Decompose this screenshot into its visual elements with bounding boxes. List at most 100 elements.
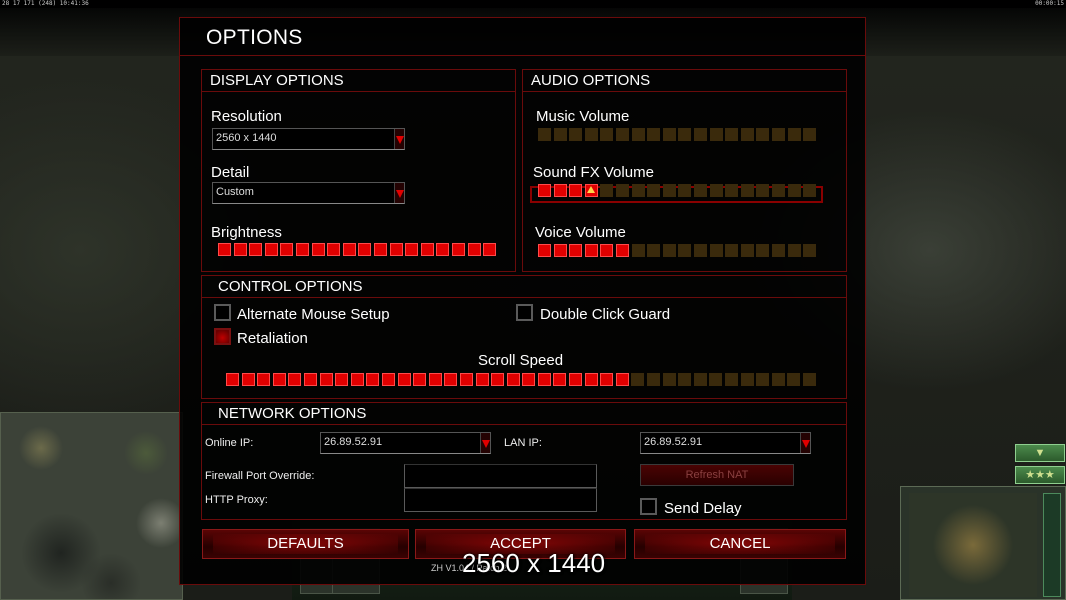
slider-segment[interactable]: [506, 373, 520, 386]
slider-segment[interactable]: [693, 128, 707, 141]
double-click-guard-checkbox[interactable]: [516, 304, 533, 321]
slider-segment[interactable]: [451, 243, 465, 256]
slider-segment[interactable]: [787, 184, 801, 197]
rank-stars-icon[interactable]: ★★★: [1015, 466, 1065, 484]
slider-segment[interactable]: [725, 244, 739, 257]
slider-segment[interactable]: [725, 184, 739, 197]
slider-segment[interactable]: [538, 184, 551, 197]
slider-segment[interactable]: [257, 373, 271, 386]
defaults-button[interactable]: DEFAULTS: [202, 529, 409, 559]
slider-segment[interactable]: [226, 373, 239, 386]
slider-segment[interactable]: [693, 373, 707, 386]
slider-segment[interactable]: [803, 184, 817, 197]
slider-segment[interactable]: [280, 243, 294, 256]
brightness-slider[interactable]: [218, 243, 499, 256]
slider-segment[interactable]: [538, 128, 551, 141]
slider-segment[interactable]: [771, 128, 785, 141]
slider-segment[interactable]: [615, 373, 629, 386]
slider-thumb-icon[interactable]: [586, 184, 596, 197]
slider-segment[interactable]: [218, 243, 231, 256]
slider-segment[interactable]: [569, 128, 583, 141]
slider-segment[interactable]: [771, 244, 785, 257]
slider-segment[interactable]: [553, 128, 567, 141]
resolution-dropdown[interactable]: 2560 x 1440: [212, 128, 405, 150]
slider-segment[interactable]: [373, 243, 387, 256]
slider-segment[interactable]: [420, 243, 434, 256]
dropdown-arrow-icon[interactable]: [800, 433, 810, 453]
chevron-down-icon[interactable]: ▼: [1015, 444, 1065, 462]
slider-segment[interactable]: [756, 128, 770, 141]
slider-segment[interactable]: [709, 184, 723, 197]
slider-segment[interactable]: [569, 184, 583, 197]
slider-segment[interactable]: [600, 184, 614, 197]
refresh-nat-button[interactable]: Refresh NAT: [640, 464, 794, 486]
slider-segment[interactable]: [335, 373, 349, 386]
slider-segment[interactable]: [600, 244, 614, 257]
slider-segment[interactable]: [303, 373, 317, 386]
slider-segment[interactable]: [327, 243, 341, 256]
slider-segment[interactable]: [389, 243, 403, 256]
firewall-port-input[interactable]: [404, 464, 597, 488]
slider-segment[interactable]: [584, 244, 598, 257]
slider-segment[interactable]: [740, 128, 754, 141]
slider-segment[interactable]: [342, 243, 356, 256]
music-volume-slider[interactable]: [538, 128, 819, 141]
slider-segment[interactable]: [569, 244, 583, 257]
slider-segment[interactable]: [647, 128, 661, 141]
slider-segment[interactable]: [537, 373, 551, 386]
cancel-button[interactable]: CANCEL: [634, 529, 846, 559]
detail-dropdown[interactable]: Custom: [212, 182, 405, 204]
slider-segment[interactable]: [802, 373, 816, 386]
slider-segment[interactable]: [756, 184, 770, 197]
slider-segment[interactable]: [678, 184, 692, 197]
slider-segment[interactable]: [483, 243, 497, 256]
slider-segment[interactable]: [428, 373, 442, 386]
slider-segment[interactable]: [264, 243, 278, 256]
slider-segment[interactable]: [584, 373, 598, 386]
slider-segment[interactable]: [295, 243, 309, 256]
slider-segment[interactable]: [771, 373, 785, 386]
slider-segment[interactable]: [725, 128, 739, 141]
radar-minimap[interactable]: [0, 412, 183, 600]
slider-segment[interactable]: [553, 373, 567, 386]
voice-volume-slider[interactable]: [538, 244, 819, 257]
slider-segment[interactable]: [631, 184, 645, 197]
slider-segment[interactable]: [522, 373, 536, 386]
slider-segment[interactable]: [803, 128, 817, 141]
slider-segment[interactable]: [725, 373, 738, 386]
http-proxy-input[interactable]: [404, 488, 597, 512]
slider-segment[interactable]: [740, 184, 754, 197]
slider-segment[interactable]: [631, 373, 645, 386]
slider-segment[interactable]: [553, 184, 567, 197]
slider-segment[interactable]: [693, 244, 707, 257]
slider-segment[interactable]: [631, 128, 645, 141]
slider-segment[interactable]: [615, 244, 629, 257]
slider-segment[interactable]: [381, 373, 395, 386]
slider-segment[interactable]: [467, 243, 481, 256]
slider-segment[interactable]: [233, 243, 247, 256]
dropdown-arrow-icon[interactable]: [394, 183, 404, 203]
slider-segment[interactable]: [631, 244, 645, 257]
slider-segment[interactable]: [584, 128, 598, 141]
slider-segment[interactable]: [740, 244, 754, 257]
slider-segment[interactable]: [756, 373, 770, 386]
slider-segment[interactable]: [444, 373, 458, 386]
slider-segment[interactable]: [436, 243, 450, 256]
alternate-mouse-checkbox[interactable]: [214, 304, 231, 321]
slider-segment[interactable]: [600, 128, 614, 141]
slider-segment[interactable]: [709, 373, 723, 386]
slider-segment[interactable]: [405, 243, 419, 256]
dropdown-arrow-icon[interactable]: [394, 129, 404, 149]
slider-segment[interactable]: [787, 373, 801, 386]
slider-segment[interactable]: [662, 128, 676, 141]
general-powers-strip[interactable]: [1043, 493, 1061, 597]
slider-segment[interactable]: [693, 184, 707, 197]
slider-segment[interactable]: [397, 373, 411, 386]
send-delay-checkbox[interactable]: [640, 498, 657, 515]
slider-segment[interactable]: [787, 244, 801, 257]
slider-segment[interactable]: [740, 373, 754, 386]
slider-segment[interactable]: [647, 373, 661, 386]
slider-segment[interactable]: [475, 373, 489, 386]
slider-segment[interactable]: [678, 244, 692, 257]
slider-segment[interactable]: [413, 373, 427, 386]
